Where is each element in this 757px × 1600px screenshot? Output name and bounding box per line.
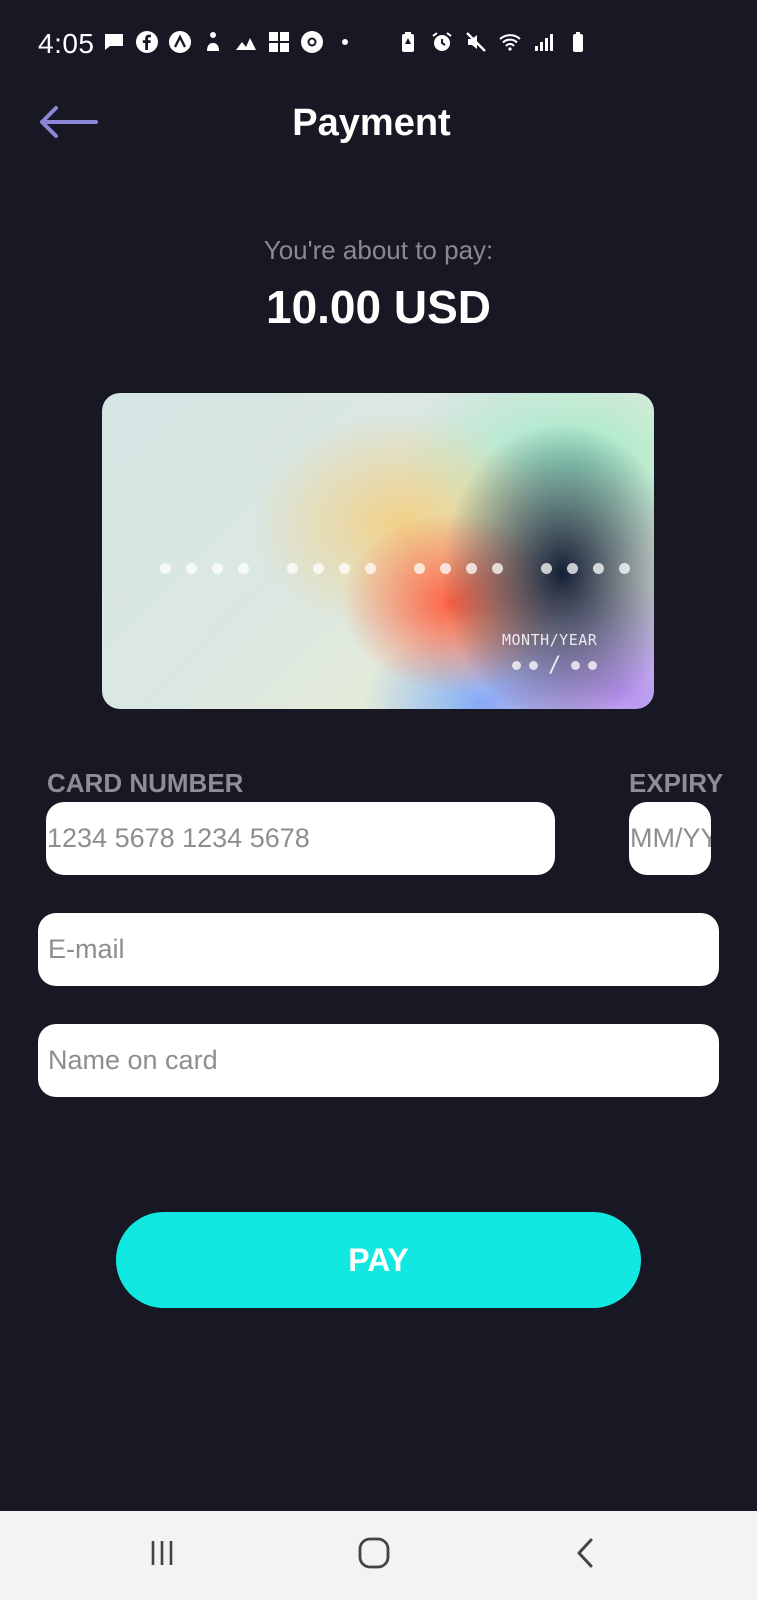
mute-icon: [464, 30, 488, 54]
card-number-mask: [160, 563, 630, 574]
battery-saver-icon: [396, 30, 420, 54]
pay-amount: 10.00 USD: [265, 281, 491, 333]
expiry-label: EXPIRY: [629, 768, 724, 798]
email-input[interactable]: [38, 913, 719, 986]
card-digit-group: [287, 563, 376, 574]
card-expiry-mask: /: [512, 653, 598, 678]
more-dot-icon: [333, 30, 357, 54]
notification-icons: [102, 30, 357, 54]
expiry-input[interactable]: [629, 802, 711, 875]
status-time: 4:05: [38, 28, 95, 59]
back-icon: [571, 1536, 601, 1575]
card-expiry-label: MONTH/YEAR: [502, 631, 598, 649]
name-on-card-field[interactable]: [38, 1024, 719, 1097]
name-on-card-input[interactable]: [38, 1024, 719, 1097]
system-icons: [396, 30, 590, 54]
back-button[interactable]: [36, 102, 104, 146]
home-button[interactable]: [344, 1529, 404, 1581]
pay-button[interactable]: PAY: [116, 1212, 641, 1308]
system-back-button[interactable]: [556, 1529, 616, 1581]
app-grid-icon: [267, 30, 291, 54]
email-field[interactable]: [38, 913, 719, 986]
message-icon: [102, 30, 126, 54]
app-chart-icon: [234, 30, 258, 54]
arrow-left-icon: [36, 102, 100, 147]
chrome-icon: [300, 30, 324, 54]
card-number-label: CARD NUMBER: [47, 768, 244, 798]
card-digit-group: [160, 563, 249, 574]
navigation-bar: [0, 1511, 757, 1600]
alarm-icon: [430, 30, 454, 54]
card-digit-group: [541, 563, 630, 574]
expiry-field[interactable]: [629, 802, 711, 875]
facebook-icon: [135, 30, 159, 54]
battery-icon: [566, 30, 590, 54]
card-preview: MONTH/YEAR /: [102, 393, 654, 709]
home-icon: [357, 1536, 391, 1575]
card-number-input[interactable]: [46, 802, 555, 875]
wifi-icon: [498, 30, 522, 54]
recents-icon: [147, 1538, 177, 1573]
card-expiry-separator: /: [548, 653, 562, 678]
card-digit-group: [414, 563, 503, 574]
recents-button[interactable]: [132, 1529, 192, 1581]
card-number-field[interactable]: [46, 802, 555, 875]
signal-icon: [532, 30, 556, 54]
app-figure-icon: [201, 30, 225, 54]
app-a-icon: [168, 30, 192, 54]
pay-caption: You're about to pay:: [263, 235, 494, 265]
page-title: Payment: [292, 102, 451, 144]
status-bar: 4:05: [0, 0, 757, 92]
